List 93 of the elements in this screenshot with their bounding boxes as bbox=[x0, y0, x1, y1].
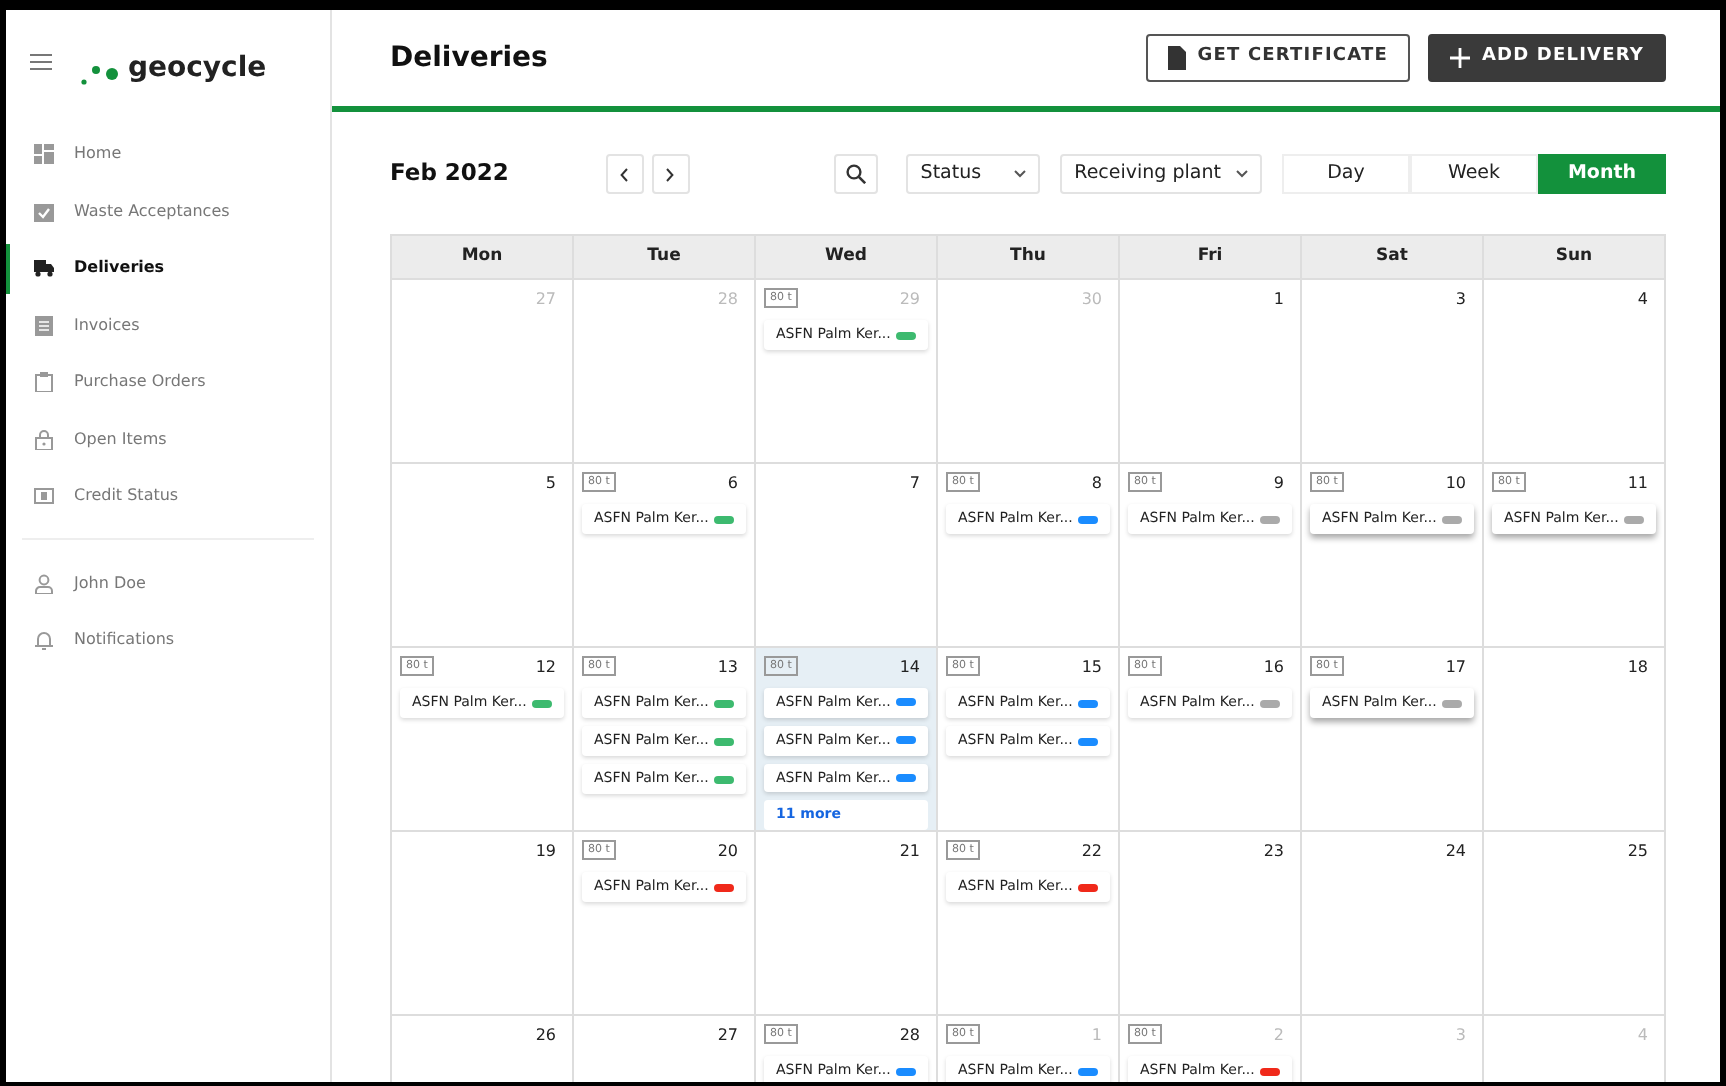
search-icon bbox=[845, 164, 866, 184]
day-number: 5 bbox=[545, 472, 556, 496]
day-number: 23 bbox=[1263, 840, 1284, 864]
weekday-header: Mon bbox=[392, 236, 574, 280]
nav-item[interactable]: Home bbox=[6, 126, 330, 183]
day-number: 1 bbox=[1273, 288, 1284, 312]
document-icon bbox=[1167, 46, 1186, 70]
document-icon bbox=[34, 315, 54, 336]
day-number: 27 bbox=[717, 1024, 738, 1048]
day-number: 15 bbox=[1081, 656, 1102, 680]
day-number: 28 bbox=[899, 1024, 920, 1048]
filter-dropdown[interactable]: Receiving plant bbox=[1060, 154, 1262, 194]
day-number: 26 bbox=[535, 1024, 556, 1048]
weekday-header: Thu bbox=[938, 236, 1120, 280]
day-number: 9 bbox=[1273, 472, 1284, 496]
truck-icon bbox=[34, 258, 54, 279]
day-number: 8 bbox=[1091, 472, 1102, 496]
month-label: Feb 2022 bbox=[390, 156, 511, 191]
day-number: 29 bbox=[899, 288, 920, 312]
day-number: 19 bbox=[535, 840, 556, 864]
nav-item[interactable]: Deliveries bbox=[6, 240, 330, 297]
grid-icon bbox=[34, 144, 54, 165]
day-number: 3 bbox=[1455, 1024, 1466, 1048]
day-number: 20 bbox=[717, 840, 738, 864]
day-number: 6 bbox=[727, 472, 738, 496]
view-tab[interactable]: Month bbox=[1538, 154, 1666, 194]
day-cell[interactable]: 5 bbox=[392, 464, 574, 648]
day-number: 17 bbox=[1445, 656, 1466, 680]
view-tab[interactable]: Week bbox=[1410, 154, 1538, 194]
weekday-header: Wed bbox=[756, 236, 938, 280]
day-number: 11 bbox=[1627, 472, 1648, 496]
menu-icon[interactable] bbox=[30, 54, 52, 70]
day-number: 21 bbox=[899, 840, 920, 864]
weekday-header: Sun bbox=[1484, 236, 1666, 280]
day-cell[interactable]: 18 bbox=[1484, 648, 1666, 832]
day-cell[interactable]: 1 bbox=[1120, 280, 1302, 464]
chevron-right-icon bbox=[666, 167, 675, 181]
day-number: 18 bbox=[1627, 656, 1648, 680]
day-number: 7 bbox=[909, 472, 920, 496]
day-number: 12 bbox=[535, 656, 556, 680]
day-cell[interactable]: 27 bbox=[574, 1016, 756, 1082]
caret-icon bbox=[1236, 170, 1248, 178]
add-delivery-button[interactable]: ADD DELIVERY bbox=[1427, 34, 1666, 82]
day-number: 2 bbox=[1273, 1024, 1284, 1048]
day-number: 25 bbox=[1627, 840, 1648, 864]
person-icon bbox=[34, 573, 54, 594]
nav-item[interactable]: Notifications bbox=[6, 612, 330, 669]
day-number: 1 bbox=[1091, 1024, 1102, 1048]
next-button[interactable] bbox=[651, 154, 690, 194]
weekday-header: Tue bbox=[574, 236, 756, 280]
logo-text: geocycle bbox=[128, 49, 267, 87]
day-cell[interactable]: 4 bbox=[1484, 280, 1666, 464]
nav-item[interactable]: John Doe bbox=[6, 555, 330, 612]
clipboard-check-icon bbox=[34, 201, 54, 222]
view-tab[interactable]: Day bbox=[1282, 154, 1410, 194]
day-number: 22 bbox=[1081, 840, 1102, 864]
filter-dropdown[interactable]: Status bbox=[906, 154, 1041, 194]
nav-item[interactable]: Invoices bbox=[6, 297, 330, 354]
day-number: 24 bbox=[1445, 840, 1466, 864]
day-number: 28 bbox=[717, 288, 738, 312]
day-cell[interactable]: 19 bbox=[392, 832, 574, 1016]
day-number: 4 bbox=[1637, 1024, 1648, 1048]
day-number: 16 bbox=[1263, 656, 1284, 680]
day-cell[interactable]: 26 bbox=[392, 1016, 574, 1082]
weekday-header: Fri bbox=[1120, 236, 1302, 280]
day-number: 10 bbox=[1445, 472, 1466, 496]
nav-item[interactable]: Purchase Orders bbox=[6, 354, 330, 411]
day-number: 27 bbox=[535, 288, 556, 312]
nav-item[interactable]: Waste Acceptances bbox=[6, 183, 330, 240]
day-number: 3 bbox=[1455, 288, 1466, 312]
weekday-header: Sat bbox=[1302, 236, 1484, 280]
day-cell[interactable]: 21 bbox=[756, 832, 938, 1016]
nav-item[interactable]: Open Items bbox=[6, 411, 330, 468]
previous-button[interactable] bbox=[605, 154, 644, 194]
plus-icon bbox=[1449, 48, 1470, 68]
banknote-icon bbox=[34, 486, 54, 507]
clipboard-icon bbox=[34, 372, 54, 393]
day-cell[interactable]: 25 bbox=[1484, 832, 1666, 1016]
day-number: 13 bbox=[717, 656, 738, 680]
padlock-icon bbox=[34, 429, 54, 450]
certificate-button[interactable]: GET CERTIFICATE bbox=[1145, 34, 1410, 82]
day-number: 4 bbox=[1637, 288, 1648, 312]
bell-icon bbox=[34, 630, 54, 651]
day-number: 30 bbox=[1081, 288, 1102, 312]
day-number: 14 bbox=[899, 656, 920, 680]
day-cell[interactable]: 24 bbox=[1302, 832, 1484, 1016]
day-cell[interactable]: 3 bbox=[1302, 280, 1484, 464]
day-cell[interactable]: 23 bbox=[1120, 832, 1302, 1016]
search-button[interactable] bbox=[833, 154, 879, 194]
nav-item[interactable]: Credit Status bbox=[6, 468, 330, 525]
caret-icon bbox=[1014, 170, 1027, 178]
chevron-left-icon bbox=[620, 167, 629, 181]
page-title: Deliveries bbox=[390, 41, 550, 75]
